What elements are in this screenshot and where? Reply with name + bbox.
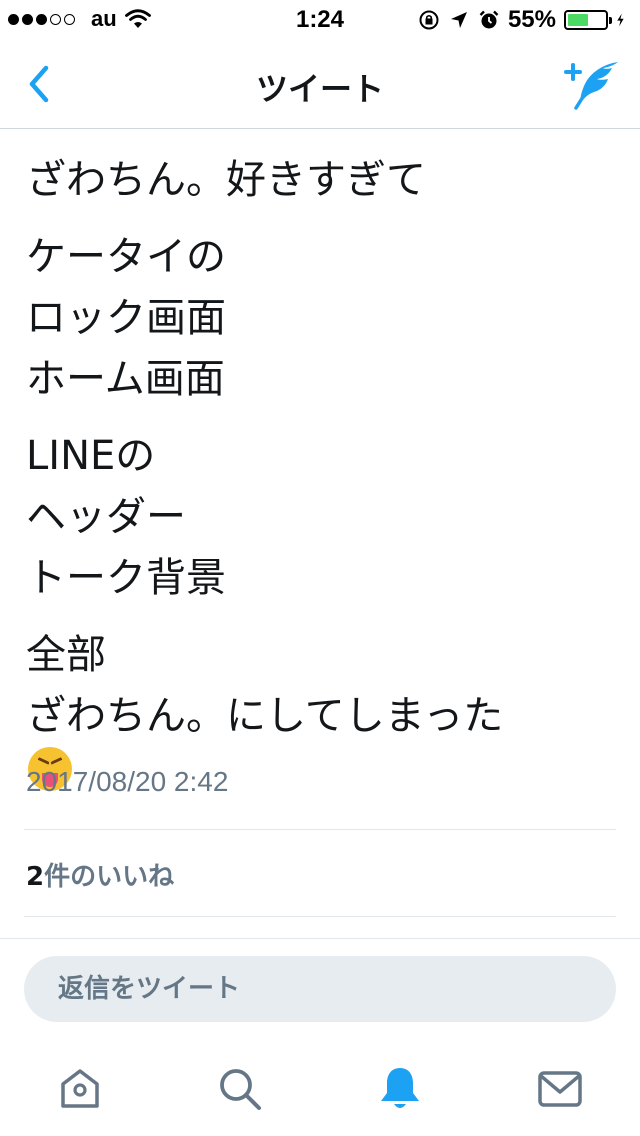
tweet-line: ケータイの (26, 234, 226, 280)
status-bar: au 1:24 55% (0, 0, 640, 40)
likes-label: 件のいいね (44, 862, 175, 892)
tweet-paragraph: LINEの ヘッダー トーク背景 (26, 426, 616, 609)
battery-percent: 55% (507, 6, 556, 33)
tweet-line: ホーム画面 (26, 356, 225, 402)
tweet-line: LINEの (26, 433, 156, 479)
page-title: ツイート (255, 70, 384, 108)
reply-placeholder: 返信をツイート (58, 974, 241, 1004)
likes-link[interactable]: 2件のいいね (26, 856, 174, 893)
status-right: 55% (418, 6, 630, 34)
mail-icon[interactable] (535, 1064, 585, 1114)
tweet-line: ロック画面 (26, 295, 226, 341)
tweet-paragraph: ざわちん。好きすぎて (26, 150, 616, 211)
divider (24, 916, 616, 917)
charging-bolt-icon (617, 13, 624, 27)
nav-bar: ツイート (0, 40, 640, 129)
compose-tweet-icon[interactable] (564, 58, 620, 110)
tweet-line: トーク背景 (26, 555, 226, 601)
location-icon (450, 12, 467, 28)
divider (0, 938, 640, 939)
reply-input[interactable]: 返信をツイート (24, 956, 616, 1022)
bell-icon[interactable] (375, 1064, 425, 1114)
tweet-line: ヘッダー (26, 494, 186, 540)
tweet-paragraph: ケータイの ロック画面 ホーム画面 (26, 227, 616, 410)
tweet-line: 全部 (26, 632, 106, 678)
tweet-text: ざわちん。好きすぎて ケータイの ロック画面 ホーム画面 LINEの ヘッダー … (26, 150, 616, 807)
home-icon[interactable] (55, 1064, 105, 1114)
battery-icon (564, 10, 612, 30)
tweet-line: ざわちん。好きすぎて (26, 157, 426, 203)
alarm-icon (479, 10, 499, 29)
orientation-lock-icon (419, 10, 439, 30)
tweet-timestamp: 2017/08/20 2:42 (26, 766, 229, 797)
likes-count: 2 (26, 862, 45, 892)
divider (24, 829, 616, 830)
tweet-line: ざわちん。にしてしまった (26, 693, 504, 739)
tab-bar (0, 1044, 640, 1136)
search-icon[interactable] (215, 1064, 265, 1114)
